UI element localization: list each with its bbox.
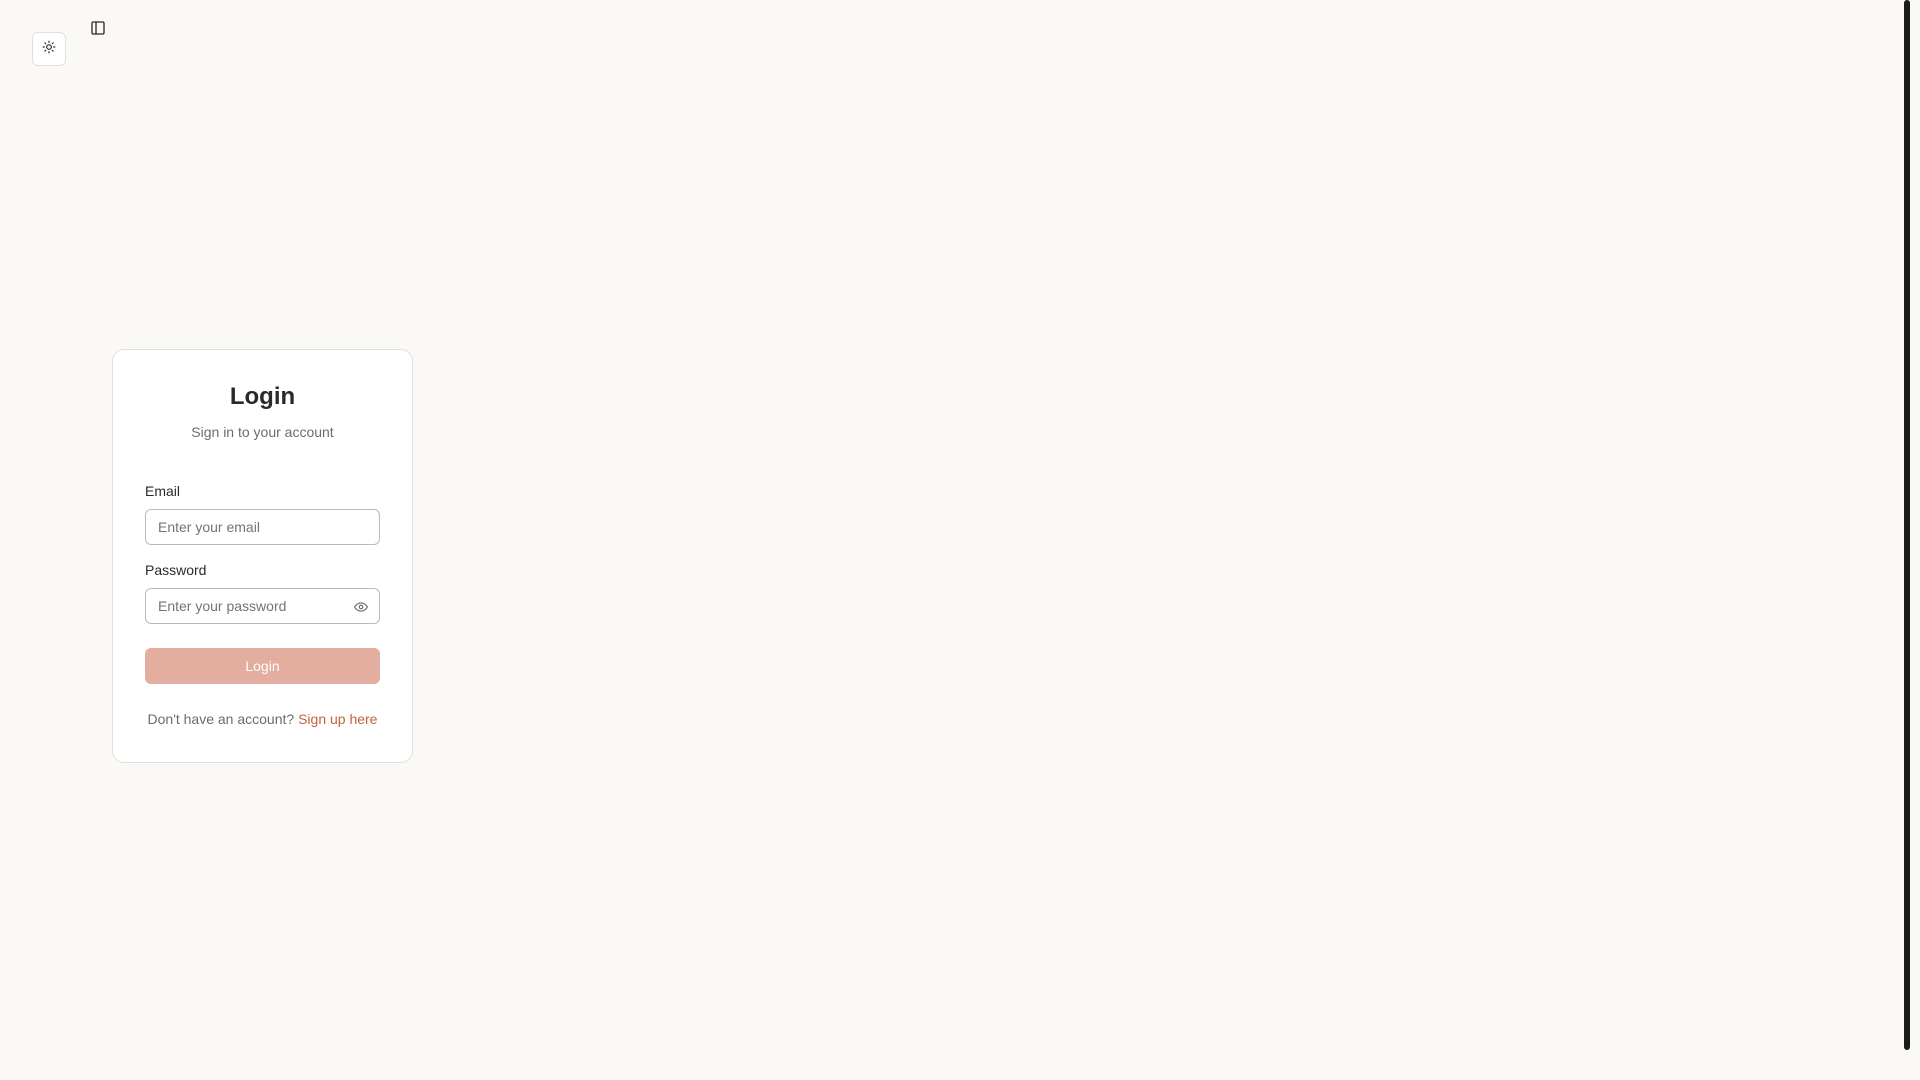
signup-prompt: Don't have an account? <box>147 711 295 727</box>
email-field-wrapper <box>145 509 380 545</box>
page-subtitle: Sign in to your account <box>191 424 334 440</box>
email-field[interactable] <box>146 510 379 544</box>
theme-toggle-button[interactable] <box>32 32 66 66</box>
eye-icon[interactable] <box>353 599 369 615</box>
password-label: Password <box>145 562 207 578</box>
login-card: Login Sign in to your account Email Pass… <box>112 349 413 763</box>
sun-icon <box>42 40 56 59</box>
signup-row: Don't have an account? Sign up here <box>145 710 380 728</box>
signup-link[interactable]: Sign up here <box>298 711 377 727</box>
login-button[interactable]: Login <box>145 648 380 684</box>
login-page: Login Sign in to your account Email Pass… <box>0 0 1920 1080</box>
password-field-wrapper <box>145 588 380 624</box>
email-label: Email <box>145 483 181 499</box>
page-title: Login <box>229 383 296 410</box>
sidebar-panel-icon <box>90 20 106 41</box>
scrollbar[interactable] <box>1904 0 1910 1050</box>
sidebar-toggle-button[interactable] <box>88 20 108 40</box>
password-field[interactable] <box>146 589 379 623</box>
